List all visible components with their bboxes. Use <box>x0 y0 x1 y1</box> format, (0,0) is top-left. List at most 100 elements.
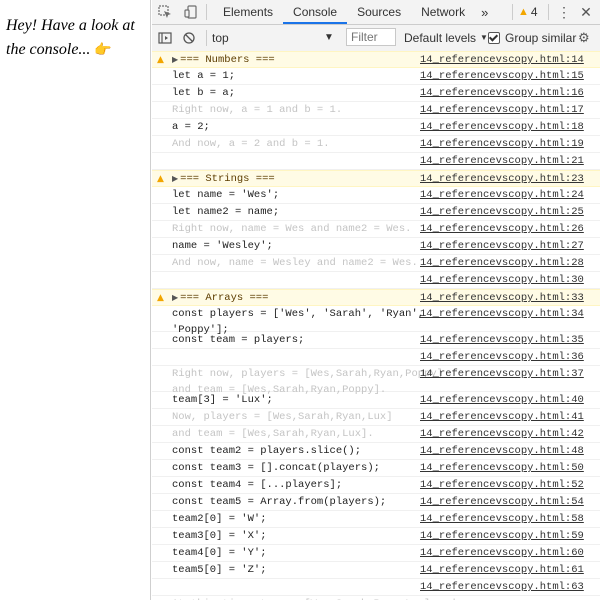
console-message-content: team4[0] = 'Y'; <box>172 547 267 559</box>
source-link[interactable]: 14_referencevscopy.html:35 <box>420 332 584 348</box>
tab-elements[interactable]: Elements <box>213 0 283 24</box>
source-link[interactable]: 14_referencevscopy.html:36 <box>420 349 584 365</box>
console-message-row: Right now, players = [Wes,Sarah,Ryan,Pop… <box>152 366 600 396</box>
source-link[interactable]: 14_referencevscopy.html:42 <box>420 426 584 442</box>
console-message-content: Right now, a = 1 and b = 1. <box>172 104 343 116</box>
source-link[interactable]: 14_referencevscopy.html:15 <box>420 68 584 84</box>
filter-input[interactable] <box>346 28 396 46</box>
console-message-text: const team3 = [].concat(players); <box>172 460 380 476</box>
source-link[interactable]: 14_referencevscopy.html:25 <box>420 204 584 220</box>
tab-network[interactable]: Network <box>411 0 475 24</box>
console-group-row[interactable]: ▲ ▶ === Arrays === 14_referencevscopy.html:… <box>152 289 600 306</box>
source-link[interactable]: 14_referencevscopy.html:61 <box>420 562 584 578</box>
source-link[interactable]: 14_referencevscopy.html:19 <box>420 136 584 152</box>
source-link[interactable]: 14_referencevscopy.html:59 <box>420 528 584 544</box>
toolbar-divider <box>548 4 549 20</box>
source-link[interactable]: 14_referencevscopy.html:52 <box>420 477 584 493</box>
source-link[interactable]: 14_referencevscopy.html:33 <box>420 290 584 306</box>
console-message-row: a = 2; 14_referencevscopy.html:18 <box>152 119 600 136</box>
console-message-content: const team2 = players.slice(); <box>172 445 362 457</box>
console-message-row: and team = [Wes,Sarah,Ryan,Lux]. 14_refer… <box>152 426 600 443</box>
console-message-content: let name = 'Wes'; <box>172 189 280 201</box>
device-toolbar-icon[interactable] <box>178 0 204 24</box>
console-message-content: let a = 1; <box>172 70 236 82</box>
source-link[interactable]: 14_referencevscopy.html:58 <box>420 511 584 527</box>
source-link[interactable]: 14_referencevscopy.html:28 <box>420 255 584 271</box>
tab-sources[interactable]: Sources <box>347 0 411 24</box>
devtools-tabbar: Elements Console Sources Network » ▲ 4 ⋮… <box>152 0 600 25</box>
source-link[interactable]: 14_referencevscopy.html:26 <box>420 221 584 237</box>
console-message-row: let b = a; 14_referencevscopy.html:16 <box>152 85 600 102</box>
expand-triangle-icon[interactable]: ▶ <box>172 174 178 183</box>
console-group-row[interactable]: ▲ ▶ === Numbers === 14_referencevscopy.html… <box>152 51 600 68</box>
source-link[interactable]: 14_referencevscopy.html:24 <box>420 187 584 203</box>
console-message-text: let name2 = name; <box>172 204 279 220</box>
warnings-count: 4 <box>530 5 538 19</box>
source-link[interactable]: 14_referencevscopy.html:48 <box>420 443 584 459</box>
console-message-text: ▶ === Strings === <box>172 171 275 187</box>
source-link[interactable]: 14_referencevscopy.html:50 <box>420 460 584 476</box>
console-message-text: team[3] = 'Lux'; <box>172 392 273 408</box>
group-similar-checkbox[interactable] <box>488 32 500 44</box>
console-message-row: const team4 = [...players]; 14_referencev… <box>152 477 600 494</box>
warning-icon: ▲ <box>157 174 164 184</box>
close-icon[interactable]: ✕ <box>578 0 594 24</box>
console-message-text: team2[0] = 'W'; <box>172 511 267 527</box>
console-message-row: 14_referencevscopy.html:36 <box>152 349 600 366</box>
console-message-text: and team = [Wes,Sarah,Ryan,Lux]. <box>172 426 374 442</box>
pointing-hand-icon: 👉 <box>94 43 112 58</box>
source-link[interactable]: 14_referencevscopy.html:18 <box>420 119 584 135</box>
source-link[interactable]: 14_referencevscopy.html:41 <box>420 409 584 425</box>
source-link[interactable]: 14_referencevscopy.html:54 <box>420 494 584 510</box>
page-message-text: Hey! Have a look at the console... <box>6 17 135 58</box>
source-link[interactable]: 14_referencevscopy.html:17 <box>420 102 584 118</box>
source-link[interactable]: 14_referencevscopy.html:40 <box>420 392 584 408</box>
source-link[interactable]: 14_referencevscopy.html:14 <box>420 52 584 68</box>
expand-triangle-icon[interactable]: ▶ <box>172 293 178 302</box>
inspect-element-icon[interactable] <box>152 0 178 24</box>
log-levels-label: Default levels <box>404 31 477 45</box>
log-levels-dropdown[interactable]: Default levels ▼ <box>404 29 488 47</box>
source-link[interactable]: 14_referencevscopy.html:30 <box>420 272 584 288</box>
expand-triangle-icon[interactable]: ▶ <box>172 55 178 64</box>
source-link[interactable]: 14_referencevscopy.html:37 <box>420 366 584 382</box>
source-link[interactable]: 14_referencevscopy.html:63 <box>420 579 584 595</box>
context-selector-value: top <box>212 31 229 45</box>
source-link[interactable]: 14_referencevscopy.html:23 <box>420 171 584 187</box>
console-message-text: let b = a; <box>172 85 235 101</box>
console-message-content: === Numbers === <box>180 54 275 66</box>
caret-down-icon[interactable]: ▼ <box>324 29 334 47</box>
gear-icon[interactable]: ⚙ <box>578 29 590 47</box>
console-message-row: name = 'Wesley'; 14_referencevscopy.html:… <box>152 238 600 255</box>
console-message-text: Right now, a = 1 and b = 1. <box>172 102 342 118</box>
console-message-content: and team = [Wes,Sarah,Ryan,Lux]. <box>172 428 374 440</box>
tab-console[interactable]: Console <box>283 0 348 24</box>
sidebar-toggle-icon[interactable] <box>152 26 178 50</box>
console-message-content: a = 2; <box>172 121 210 133</box>
console-message-text: ▶ === Arrays === <box>172 290 268 306</box>
clear-console-icon[interactable] <box>176 26 202 50</box>
source-link[interactable]: 14_referencevscopy.html:21 <box>420 153 584 169</box>
console-message-row: 14_referencevscopy.html:63 <box>152 579 600 596</box>
console-group-row[interactable]: ▲ ▶ === Strings === 14_referencevscopy.html… <box>152 170 600 187</box>
console-message-content: And now, a = 2 and b = 1. <box>172 138 330 150</box>
console-message-row: team4[0] = 'Y'; 14_referencevscopy.html:6… <box>152 545 600 562</box>
console-message-content: const team = players; <box>172 334 305 346</box>
context-selector[interactable]: top <box>212 29 338 47</box>
console-message-text: const team2 = players.slice(); <box>172 443 361 459</box>
group-similar-toggle[interactable]: Group similar <box>488 29 576 47</box>
warnings-counter[interactable]: ▲ 4 <box>518 0 538 24</box>
console-messages: ▲ ▶ === Numbers === 14_referencevscopy.html… <box>152 51 600 600</box>
console-message-text: At this time, team = [Wes,Sarah,Ryan,Lux… <box>172 596 456 600</box>
console-message-text: And now, a = 2 and b = 1. <box>172 136 330 152</box>
console-message-content: team3[0] = 'X'; <box>172 530 267 542</box>
source-link[interactable]: 14_referencevscopy.html:34 <box>420 306 584 322</box>
console-message-text: const team = players; <box>172 332 304 348</box>
warning-icon: ▲ <box>518 6 529 18</box>
more-tabs-chevron-icon[interactable]: » <box>475 5 494 20</box>
source-link[interactable]: 14_referencevscopy.html:16 <box>420 85 584 101</box>
source-link[interactable]: 14_referencevscopy.html:27 <box>420 238 584 254</box>
console-message-content: And now, name = Wesley and name2 = Wes. <box>172 257 418 269</box>
kebab-menu-icon[interactable]: ⋮ <box>556 0 572 24</box>
source-link[interactable]: 14_referencevscopy.html:60 <box>420 545 584 561</box>
